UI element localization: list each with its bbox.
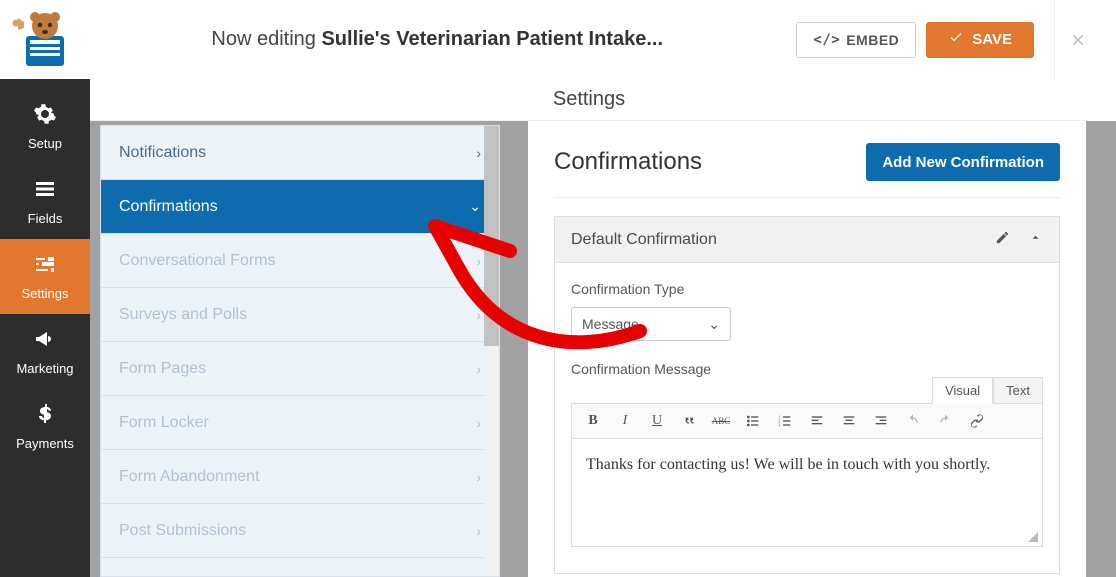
- sidebar-item-label: Fields: [28, 211, 63, 226]
- underline-button[interactable]: U: [642, 406, 672, 436]
- chevron-right-icon: ›: [476, 307, 481, 323]
- chevron-right-icon: ›: [476, 415, 481, 431]
- editor-canvas: Notifications › Confirmations ⌄ Conversa…: [90, 121, 1116, 577]
- editing-prefix: Now editing: [211, 28, 321, 50]
- sliders-icon: [33, 252, 57, 279]
- sidebar-item-label: Marketing: [16, 361, 73, 376]
- chevron-right-icon: ›: [476, 361, 481, 377]
- tree-item-conversational-forms[interactable]: Conversational Forms ›: [101, 234, 499, 288]
- tree-item-notifications[interactable]: Notifications ›: [101, 126, 499, 180]
- editor-text: Thanks for contacting us! We will be in …: [586, 456, 990, 473]
- select-value: Message: [582, 316, 639, 332]
- sidebar-item-fields[interactable]: Fields: [0, 164, 90, 239]
- embed-button[interactable]: </> EMBED: [796, 22, 916, 58]
- editor-wrap: Visual Text B I U ABC 123: [571, 403, 1043, 547]
- editing-title-area: Now editing Sullie's Veterinarian Patien…: [78, 28, 796, 51]
- tree-item-label: Post Submissions: [119, 522, 246, 540]
- strikethrough-button[interactable]: ABC: [706, 406, 736, 436]
- tree-item-surveys-polls[interactable]: Surveys and Polls ›: [101, 288, 499, 342]
- tree-item-label: Conversational Forms: [119, 252, 276, 270]
- dollar-icon: [33, 402, 57, 429]
- form-title: Sullie's Veterinarian Patient Intake...: [321, 28, 663, 50]
- logo: [8, 10, 78, 70]
- sidebar-item-payments[interactable]: Payments: [0, 389, 90, 464]
- svg-text:3: 3: [778, 422, 780, 427]
- bullet-list-button[interactable]: [738, 406, 768, 436]
- add-new-confirmation-button[interactable]: Add New Confirmation: [866, 143, 1060, 181]
- check-icon: [948, 30, 964, 50]
- tree-item-label: Surveys and Polls: [119, 306, 247, 324]
- main-panel: Confirmations Add New Confirmation Defau…: [528, 121, 1086, 577]
- main-header: Confirmations Add New Confirmation: [554, 143, 1060, 198]
- main-heading: Confirmations: [554, 148, 702, 176]
- chevron-down-icon: ⌄: [708, 316, 720, 333]
- save-button[interactable]: SAVE: [926, 22, 1034, 58]
- save-label: SAVE: [972, 31, 1012, 48]
- bold-button[interactable]: B: [578, 406, 608, 436]
- editor-content[interactable]: Thanks for contacting us! We will be in …: [571, 439, 1043, 547]
- card-title: Default Confirmation: [571, 231, 717, 249]
- sidebar-item-label: Payments: [16, 436, 74, 451]
- tree-item-label: Confirmations: [119, 198, 218, 216]
- tree-item-form-abandonment[interactable]: Form Abandonment ›: [101, 450, 499, 504]
- chevron-right-icon: ›: [476, 523, 481, 539]
- editor-tabs: Visual Text: [932, 377, 1043, 404]
- chevron-right-icon: ›: [476, 469, 481, 485]
- sidebar-item-label: Setup: [28, 136, 62, 151]
- list-icon: [33, 177, 57, 204]
- tree-item-label: Form Abandonment: [119, 468, 260, 486]
- undo-button[interactable]: [898, 406, 928, 436]
- tree-item-form-locker[interactable]: Form Locker ›: [101, 396, 499, 450]
- settings-title: Settings: [90, 79, 1088, 121]
- sidebar-item-setup[interactable]: Setup: [0, 89, 90, 164]
- editor-toolbar: B I U ABC 123: [571, 403, 1043, 439]
- editor-tab-visual[interactable]: Visual: [932, 377, 993, 404]
- settings-tree-panel: Notifications › Confirmations ⌄ Conversa…: [100, 125, 500, 577]
- tree-item-confirmations[interactable]: Confirmations ⌄: [101, 180, 499, 234]
- collapse-icon[interactable]: [1028, 230, 1043, 250]
- left-sidebar: Setup Fields Settings Marketing Payments: [0, 79, 90, 577]
- card-body: Confirmation Type Message ⌄ Confirmation…: [555, 263, 1059, 573]
- sidebar-item-marketing[interactable]: Marketing: [0, 314, 90, 389]
- chevron-down-icon: ⌄: [469, 198, 481, 215]
- chevron-right-icon: ›: [476, 253, 481, 269]
- numbered-list-button[interactable]: 123: [770, 406, 800, 436]
- sidebar-item-settings[interactable]: Settings: [0, 239, 90, 314]
- redo-button[interactable]: [930, 406, 960, 436]
- settings-title-label: Settings: [553, 88, 625, 111]
- resize-grip[interactable]: [1026, 530, 1040, 544]
- tree-item-label: Form Locker: [119, 414, 209, 432]
- top-bar: Now editing Sullie's Veterinarian Patien…: [0, 0, 1116, 79]
- align-left-button[interactable]: [802, 406, 832, 436]
- edit-icon[interactable]: [995, 230, 1010, 250]
- tree-item-label: Form Pages: [119, 360, 206, 378]
- link-button[interactable]: [962, 406, 992, 436]
- editor-tab-text[interactable]: Text: [993, 377, 1043, 404]
- card-header: Default Confirmation: [555, 217, 1059, 263]
- chevron-right-icon: ›: [476, 145, 481, 161]
- tree-item-label: Notifications: [119, 144, 206, 162]
- close-button[interactable]: [1054, 0, 1100, 79]
- align-center-button[interactable]: [834, 406, 864, 436]
- type-label: Confirmation Type: [571, 281, 1043, 297]
- message-label: Confirmation Message: [571, 361, 1043, 377]
- tree-scrollbar-thumb[interactable]: [484, 126, 499, 346]
- align-right-button[interactable]: [866, 406, 896, 436]
- sidebar-item-label: Settings: [22, 286, 69, 301]
- italic-button[interactable]: I: [610, 406, 640, 436]
- code-icon: </>: [813, 32, 840, 48]
- gear-icon: [33, 102, 57, 129]
- tree-item-form-pages[interactable]: Form Pages ›: [101, 342, 499, 396]
- bullhorn-icon: [33, 327, 57, 354]
- embed-label: EMBED: [846, 32, 899, 48]
- confirmation-type-select[interactable]: Message ⌄: [571, 307, 731, 341]
- confirmation-card: Default Confirmation Confirmation Type M…: [554, 216, 1060, 574]
- tree-item-post-submissions[interactable]: Post Submissions ›: [101, 504, 499, 558]
- blockquote-button[interactable]: [674, 406, 704, 436]
